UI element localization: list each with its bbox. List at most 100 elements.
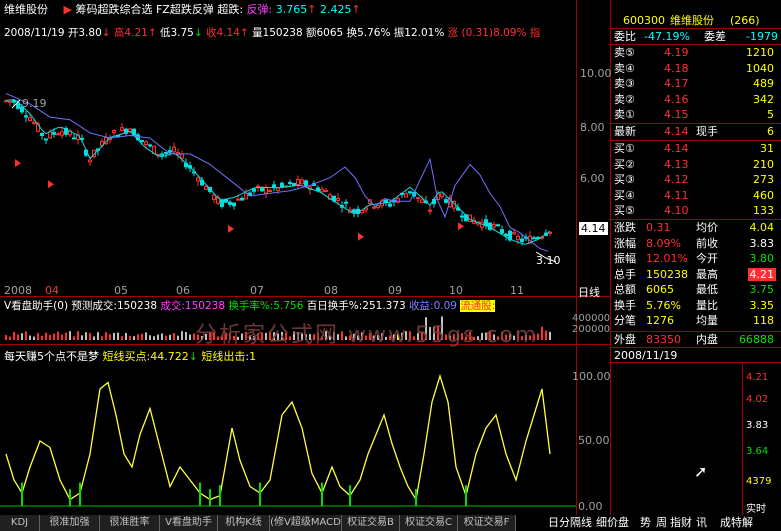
latest-label: 最新 [614,125,636,138]
view-tab[interactable]: 成特解 [720,515,753,531]
view-tab[interactable]: 周 [656,515,667,531]
ind-y-0: 0.00 [578,500,603,513]
mouse-cursor-icon: ➚ [694,462,708,481]
vol-y-200000: 200000 [572,324,611,335]
stat-label: 总额 [614,283,636,296]
ask-price: 4.18 [664,61,689,75]
ask-label: 卖④ [614,61,635,75]
vol-baiday: 百日换手%:251.373 [306,300,406,312]
vol-huanshou: 换手率%:5.756 [228,300,304,312]
stat-value: 3.35 [749,298,775,312]
ask-price: 4.17 [664,77,689,90]
ind-title[interactable]: 每天赚5个点不是梦 [4,350,99,363]
rp-line-1 [610,28,781,29]
indicator-tab[interactable]: (修V超级MACD [270,515,342,531]
ask-row: 卖② 4.16 342 [612,93,780,106]
x-label-09: 09 [388,284,402,297]
bid-row: 买① 4.14 31 [612,142,780,155]
stat-row: 涨幅 8.09% 前收 3.83 [612,237,780,250]
view-tab[interactable]: 指财 [670,515,692,531]
view-tab[interactable]: 日分 [548,515,570,531]
x-label-04: 04 [45,284,59,297]
indicator-tab[interactable]: 权证交易C [400,515,458,531]
weibi-label: 委比 [614,30,636,43]
rp-line-4 [610,140,781,141]
view-tab[interactable]: 讯 [696,515,707,531]
stock-code: 600300 [623,14,665,27]
ind-y-50: 50.00 [578,434,610,447]
y-label-10: 10.00 [580,67,612,80]
current-price-tag: 4.14 [579,222,608,235]
vol-title[interactable]: V看盘助手(0) [4,300,68,312]
bid-price: 4.14 [664,142,689,155]
xianshou-value: 6 [767,125,774,138]
y-label-8: 8.00 [580,121,605,134]
ask-label: 卖① [614,108,635,121]
view-tab[interactable]: 隔线 [570,515,592,531]
bid-label: 买② [614,157,635,171]
mini-date: 2008/11/19 [614,349,678,362]
mini-y-low: 3.64 [746,446,769,457]
view-tab[interactable]: 势 [640,515,651,531]
mini-y-high: 4.21 [746,372,769,383]
indicator-tab[interactable]: 很准加强 [40,515,100,531]
rp-mini-axis [742,362,743,515]
indicator-tab[interactable]: 权证交易F [458,515,516,531]
stat-value: 12.01% [646,252,688,265]
ask-label: 卖③ [614,77,635,90]
mini-date-row: 2008/11/19 [612,349,780,362]
stat-label: 均量 [696,314,718,327]
ask-price: 4.19 [664,46,689,59]
oscillator-line [5,373,551,502]
indicator-tab[interactable]: 权证交易B [342,515,400,531]
stat-label: 分笔 [614,314,636,327]
indicator-tab[interactable]: 很准胜率 [100,515,160,531]
period-label[interactable]: 日线 [578,284,600,300]
waipan-label: 外盘 [614,333,636,346]
bid-row: 买② 4.13 210 [612,158,780,171]
x-label-05: 05 [114,284,128,297]
ask-label: 卖⑤ [614,46,635,59]
stat-value: 0.31 [646,221,671,234]
bid-price: 4.12 [664,173,689,186]
main-chart[interactable] [0,0,610,515]
indicator-tab[interactable]: V看盘助手 [160,515,218,531]
stat-row: 涨跌 0.31 均价 4.04 [612,221,780,234]
rp-line-5 [610,219,781,220]
stat-row: 换手 5.76% 量比 3.35 [612,299,780,312]
bid-label: 买③ [614,173,635,186]
min-price-label: 3.10 [536,254,561,267]
ind-buy: 短线买点:44.722 [102,350,189,363]
stat-label: 最低 [696,283,718,296]
bid-row: 买③ 4.12 273 [612,173,780,186]
stat-label: 换手 [614,298,636,312]
stat-value: 118 [753,314,774,327]
weibi-row: 委比 -47.19% 委差 -1979 [612,30,780,43]
stat-row: 分笔 1276 均量 118 [612,314,780,327]
y-label-6: 6.00 [580,172,605,185]
indicator-tab[interactable]: 机构K线 [218,515,270,531]
stock-count: (266) [730,14,760,27]
mini-y-mid: 4.02 [746,394,769,405]
indicator-tab[interactable]: KDJ [0,515,40,531]
ind-sell: 短线出击:1 [201,350,257,363]
realtime-label[interactable]: 实时 [746,500,766,515]
ask-row: 卖① 4.15 5 [612,108,780,121]
waipan-row: 外盘 83350 内盘 66888 [612,333,780,346]
stat-label: 最高 [696,267,718,281]
neipan-label: 内盘 [696,333,718,346]
watermark: 分析家公式网 www.55gs.com [195,323,539,348]
vol-predict: 预测成交:150238 [71,300,158,312]
stat-value: 150238 [646,267,688,281]
bid-volume: 210 [753,157,774,171]
x-label-06: 06 [176,284,190,297]
ma-line-blue [5,92,549,252]
x-label-2008: 2008 [4,284,32,297]
bid-row: 买④ 4.11 460 [612,189,780,202]
neipan-value: 66888 [739,333,774,346]
view-tab[interactable]: 细价盘 [596,515,629,531]
waipan-value: 83350 [646,333,681,346]
rp-line-3 [610,123,781,124]
arrow-down-icon: ↓ [188,350,198,363]
bid-label: 买④ [614,188,635,202]
